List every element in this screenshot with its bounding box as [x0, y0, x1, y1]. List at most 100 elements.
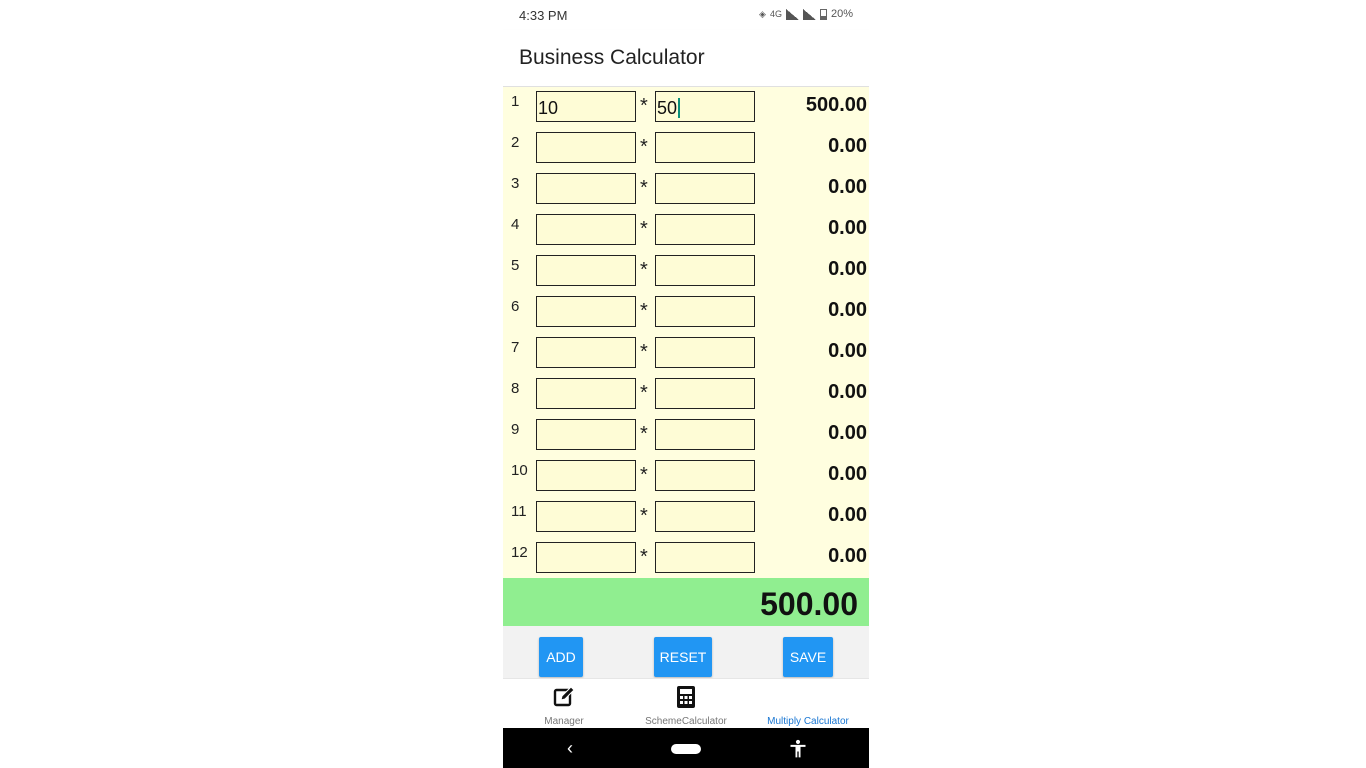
quantity-input[interactable] [536, 132, 636, 163]
row-result: 0.00 [828, 545, 867, 567]
quantity-input[interactable] [536, 296, 636, 327]
rate-input[interactable] [655, 542, 755, 573]
rate-input[interactable] [655, 296, 755, 327]
calc-row-10: 10 * 0.00 [503, 456, 869, 497]
row-result: 0.00 [828, 176, 867, 198]
rate-input[interactable] [655, 419, 755, 450]
row-number: 3 [511, 175, 520, 192]
calc-row-4: 4 * 0.00 [503, 210, 869, 251]
row-result: 0.00 [828, 340, 867, 362]
total-bar: 500.00 [503, 578, 869, 626]
multiply-sign: * [640, 136, 648, 158]
calc-row-12: 12 * 0.00 [503, 538, 869, 579]
calc-row-11: 11 * 0.00 [503, 497, 869, 538]
multiply-sign: * [640, 505, 648, 527]
row-result: 0.00 [828, 463, 867, 485]
calculator-icon [677, 686, 695, 708]
quantity-input[interactable] [536, 419, 636, 450]
row-result: 0.00 [828, 299, 867, 321]
rate-input[interactable] [655, 132, 755, 163]
system-navigation-bar: ‹ [503, 728, 869, 768]
rate-input[interactable] [655, 378, 755, 409]
action-bar: ADD RESET SAVE [503, 626, 869, 678]
rate-input[interactable] [655, 460, 755, 491]
row-result: 0.00 [828, 258, 867, 280]
edit-icon [553, 686, 575, 707]
row-result: 0.00 [828, 217, 867, 239]
battery-percent: 20% [830, 8, 853, 20]
multiply-sign: * [640, 177, 648, 199]
add-button[interactable]: ADD [539, 637, 583, 677]
signal-icon-2 [802, 8, 816, 20]
calc-row-9: 9 * 0.00 [503, 415, 869, 456]
network-type-label: 4G [769, 9, 782, 19]
quantity-input[interactable] [536, 214, 636, 245]
rate-input[interactable] [655, 501, 755, 532]
multiply-sign: * [640, 464, 648, 486]
accessibility-icon[interactable] [788, 739, 808, 759]
text-caret [678, 98, 681, 118]
quantity-input[interactable] [536, 501, 636, 532]
row-number: 12 [511, 544, 528, 561]
back-icon[interactable]: ‹ [567, 738, 573, 759]
quantity-input[interactable] [536, 255, 636, 286]
rate-input[interactable] [655, 337, 755, 368]
battery-icon [819, 8, 827, 20]
multiply-sign: * [640, 259, 648, 281]
row-number: 7 [511, 339, 520, 356]
multiply-sign: * [640, 341, 648, 363]
row-number: 8 [511, 380, 520, 397]
rate-input[interactable] [655, 214, 755, 245]
signal-icon [785, 8, 799, 20]
calc-row-3: 3 * 0.00 [503, 169, 869, 210]
calc-row-5: 5 * 0.00 [503, 251, 869, 292]
row-number: 1 [511, 93, 520, 110]
rate-input[interactable]: 50 [655, 91, 755, 122]
calc-row-7: 7 * 0.00 [503, 333, 869, 374]
page-title: Business Calculator [519, 46, 705, 69]
quantity-input[interactable] [536, 337, 636, 368]
multiply-sign: * [640, 218, 648, 240]
row-number: 9 [511, 421, 520, 438]
grand-total: 500.00 [760, 586, 858, 622]
app-bar: Business Calculator [503, 30, 869, 87]
rate-input[interactable] [655, 255, 755, 286]
multiply-sign: * [640, 300, 648, 322]
calc-row-2: 2 * 0.00 [503, 128, 869, 169]
rate-input[interactable] [655, 173, 755, 204]
row-number: 4 [511, 216, 520, 233]
status-bar: 4:33 PM ◈ 4G 20% [503, 0, 869, 30]
quantity-input[interactable] [536, 542, 636, 573]
nav-label-active: Multiply Calculator [767, 716, 849, 727]
row-number: 2 [511, 134, 520, 151]
multiply-sign: * [640, 546, 648, 568]
row-result: 0.00 [828, 135, 867, 157]
row-number: 10 [511, 462, 528, 479]
quantity-input[interactable] [536, 378, 636, 409]
status-time: 4:33 PM [519, 8, 568, 23]
row-number: 5 [511, 257, 520, 274]
multiply-sign: * [640, 95, 648, 117]
row-result: 0.00 [828, 422, 867, 444]
home-pill-icon[interactable] [671, 744, 701, 754]
nav-tab-manager[interactable]: Manager [503, 679, 625, 729]
quantity-input[interactable]: 10 [536, 91, 636, 122]
quantity-input[interactable] [536, 173, 636, 204]
multiply-sign: * [640, 382, 648, 404]
bottom-navigation: Manager SchemeCalculator Multiply Calcul… [503, 678, 869, 729]
status-icons: ◈ 4G 20% [759, 8, 853, 20]
row-result: 0.00 [828, 504, 867, 526]
nav-tab-multiply-calculator[interactable]: Multiply Calculator [747, 679, 869, 729]
multiply-sign: * [640, 423, 648, 445]
row-result: 0.00 [828, 381, 867, 403]
calc-row-1: 1 10 * 50 500.00 [503, 87, 869, 128]
save-button[interactable]: SAVE [783, 637, 833, 677]
reset-button[interactable]: RESET [654, 637, 712, 677]
quantity-input[interactable] [536, 460, 636, 491]
row-number: 6 [511, 298, 520, 315]
nav-label: Manager [544, 716, 584, 727]
row-number: 11 [511, 503, 527, 520]
multiply-rows: 1 10 * 50 500.00 2 * 0.00 3 * 0.00 4 * 0… [503, 87, 869, 578]
phone-screen: 4:33 PM ◈ 4G 20% Business Calculator 1 1… [503, 0, 869, 768]
nav-tab-scheme-calculator[interactable]: SchemeCalculator [625, 679, 747, 729]
